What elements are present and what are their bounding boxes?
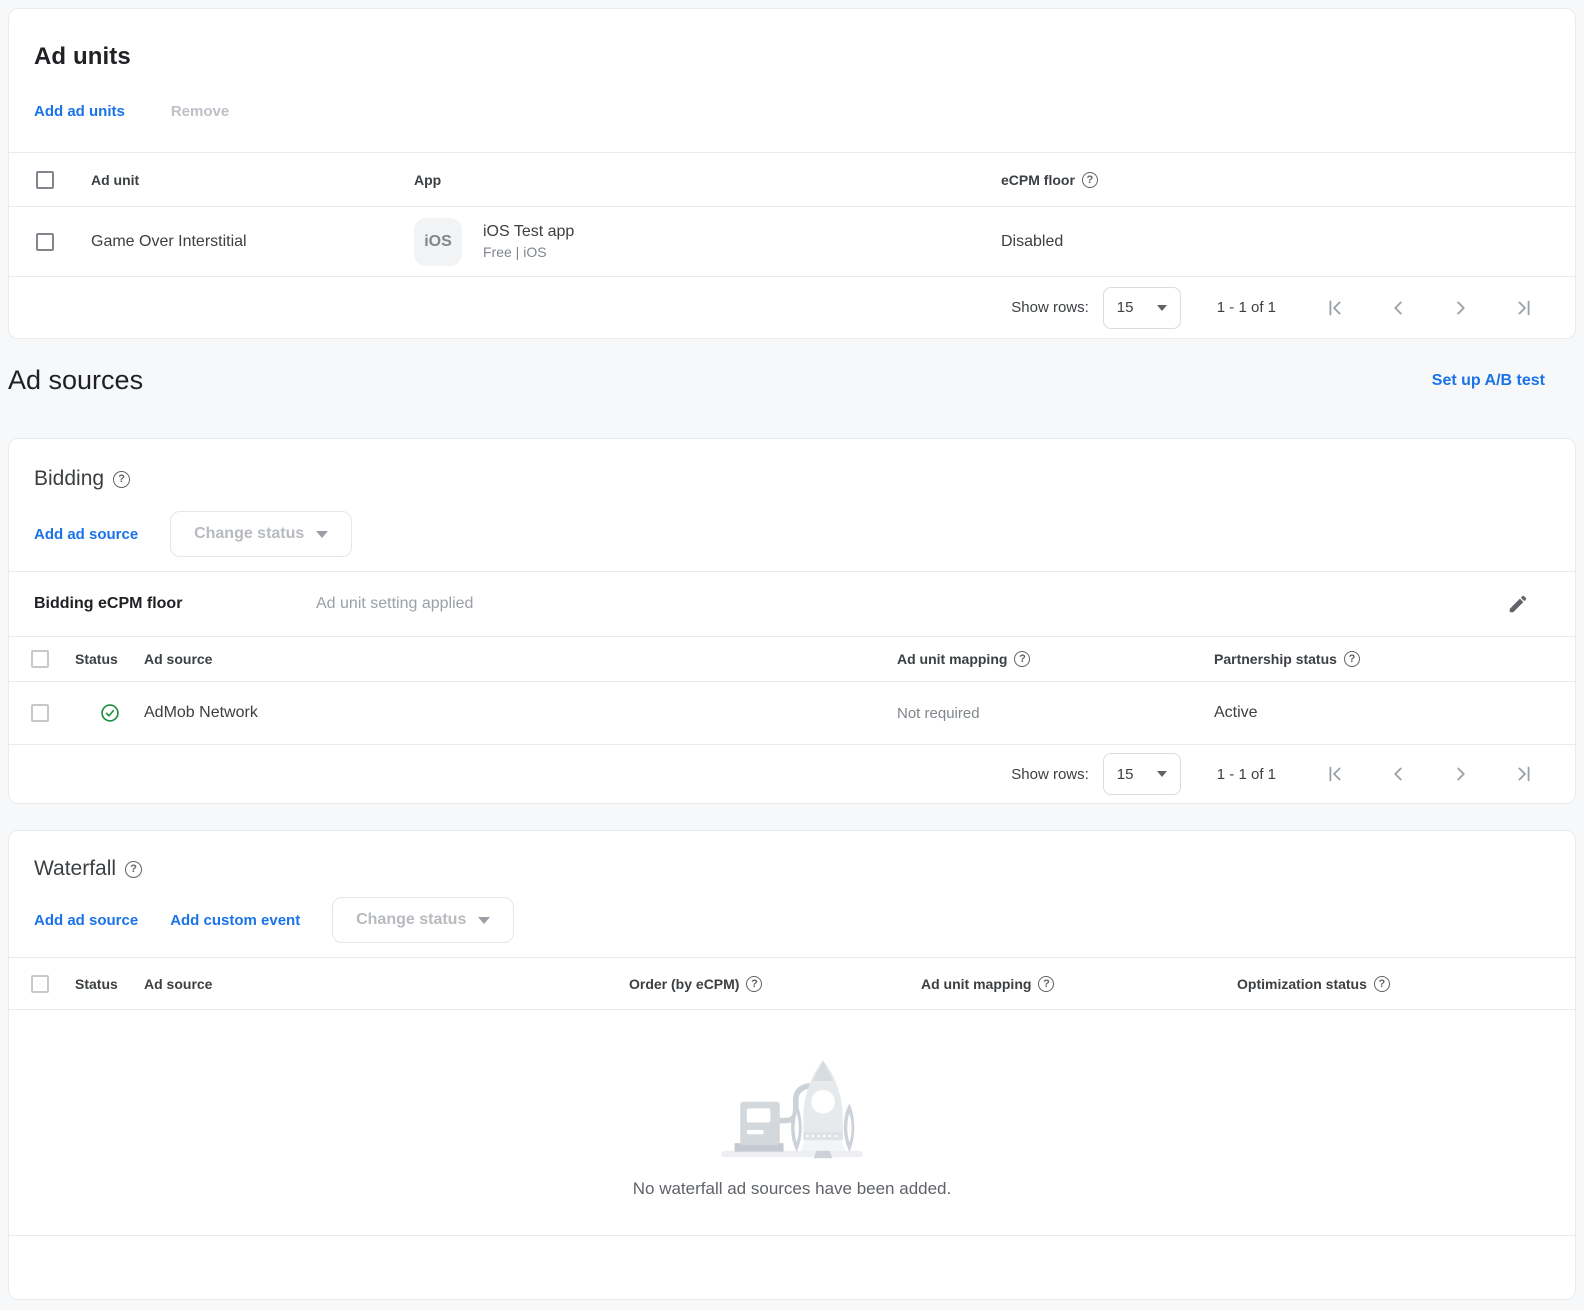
waterfall-actions: Add ad source Add custom event Change st… [34, 897, 1550, 943]
first-page-icon[interactable] [1324, 297, 1346, 319]
bidding-title: Bidding [34, 467, 104, 491]
column-ad-unit: Ad unit [91, 172, 139, 188]
select-all-checkbox[interactable] [31, 650, 49, 668]
column-order: Order (by eCPM) [629, 976, 739, 992]
help-icon[interactable] [113, 471, 130, 488]
chevron-down-icon [478, 917, 490, 924]
chevron-down-icon [1157, 305, 1167, 311]
rows-per-page-select[interactable]: 15 [1103, 287, 1181, 329]
active-status-icon [100, 703, 120, 723]
bidding-ecpm-floor-row: Bidding eCPM floor Ad unit setting appli… [9, 571, 1575, 636]
column-ad-unit-mapping: Ad unit mapping [921, 976, 1031, 992]
bidding-card: Bidding Add ad source Change status Bidd… [8, 438, 1576, 804]
help-icon[interactable] [746, 976, 762, 992]
remove-button[interactable]: Remove [171, 103, 229, 120]
chevron-down-icon [1157, 771, 1167, 777]
rocket-fuel-pump-illustration [712, 1047, 872, 1165]
help-icon[interactable] [1014, 651, 1030, 667]
bidding-ecpm-floor-label: Bidding eCPM floor [34, 595, 316, 613]
help-icon[interactable] [1082, 172, 1098, 188]
ad-units-table-header: Ad unit App eCPM floor [9, 153, 1575, 206]
column-ecpm-floor: eCPM floor [1001, 172, 1075, 188]
rows-per-page-select[interactable]: 15 [1103, 753, 1181, 795]
previous-page-icon[interactable] [1387, 763, 1409, 785]
ad-unit-name: Game Over Interstitial [91, 233, 247, 251]
rows-per-page-value: 15 [1117, 766, 1134, 783]
last-page-icon[interactable] [1513, 297, 1535, 319]
add-ad-source-button[interactable]: Add ad source [34, 526, 138, 543]
last-page-icon[interactable] [1513, 763, 1535, 785]
table-row[interactable]: AdMob Network Not required Active [9, 682, 1575, 744]
help-icon[interactable] [1038, 976, 1054, 992]
ad-units-actions: Add ad units Remove [34, 103, 1550, 120]
rows-per-page-value: 15 [1117, 299, 1134, 316]
waterfall-title: Waterfall [34, 857, 116, 881]
waterfall-empty-message: No waterfall ad sources have been added. [633, 1179, 951, 1199]
next-page-icon[interactable] [1450, 297, 1472, 319]
change-status-label: Change status [356, 911, 466, 929]
add-ad-source-button[interactable]: Add ad source [34, 912, 138, 929]
waterfall-card: Waterfall Add ad source Add custom event… [8, 830, 1576, 1300]
ad-source-name: AdMob Network [144, 704, 258, 722]
ios-app-icon: iOS [414, 218, 462, 266]
app-meta: Free | iOS [483, 244, 574, 260]
ad-sources-section-head: Ad sources Set up A/B test [8, 365, 1576, 396]
change-status-button[interactable]: Change status [170, 511, 352, 557]
help-icon[interactable] [125, 861, 142, 878]
bidding-ecpm-floor-value: Ad unit setting applied [316, 595, 1507, 613]
help-icon[interactable] [1344, 651, 1360, 667]
row-checkbox[interactable] [36, 233, 54, 251]
chevron-down-icon [316, 531, 328, 538]
waterfall-empty-state: No waterfall ad sources have been added. [9, 1010, 1575, 1235]
bidding-pagination: Show rows: 15 1 - 1 of 1 [9, 745, 1575, 803]
app-name: iOS Test app [483, 223, 574, 241]
ad-units-pagination: Show rows: 15 1 - 1 of 1 [9, 277, 1575, 338]
help-icon[interactable] [1374, 976, 1390, 992]
column-ad-source: Ad source [144, 651, 212, 667]
waterfall-table-header: Status Ad source Order (by eCPM) Ad unit… [9, 958, 1575, 1009]
column-status: Status [75, 976, 118, 992]
column-optimization-status: Optimization status [1237, 976, 1367, 992]
ad-sources-title: Ad sources [8, 365, 143, 396]
previous-page-icon[interactable] [1387, 297, 1409, 319]
first-page-icon[interactable] [1324, 763, 1346, 785]
column-ad-source: Ad source [144, 976, 212, 992]
change-status-label: Change status [194, 525, 304, 543]
select-all-checkbox[interactable] [31, 975, 49, 993]
partnership-status-value: Active [1214, 704, 1258, 722]
ad-units-title: Ad units [34, 43, 1550, 71]
add-ad-units-button[interactable]: Add ad units [34, 103, 125, 120]
ad-unit-mapping-value: Not required [897, 705, 980, 722]
column-app: App [414, 172, 441, 188]
select-all-checkbox[interactable] [36, 171, 54, 189]
show-rows-label: Show rows: [1011, 299, 1089, 316]
table-row[interactable]: Game Over Interstitial iOS iOS Test app … [9, 207, 1575, 276]
page-range: 1 - 1 of 1 [1217, 766, 1276, 783]
add-custom-event-button[interactable]: Add custom event [170, 912, 300, 929]
change-status-button[interactable]: Change status [332, 897, 514, 943]
column-ad-unit-mapping: Ad unit mapping [897, 651, 1007, 667]
page-range: 1 - 1 of 1 [1217, 299, 1276, 316]
setup-ab-test-link[interactable]: Set up A/B test [1432, 372, 1545, 390]
column-partnership-status: Partnership status [1214, 651, 1337, 667]
next-page-icon[interactable] [1450, 763, 1472, 785]
column-status: Status [75, 651, 118, 667]
row-checkbox[interactable] [31, 704, 49, 722]
edit-button[interactable] [1507, 593, 1529, 615]
show-rows-label: Show rows: [1011, 766, 1089, 783]
bidding-actions: Add ad source Change status [34, 511, 1550, 557]
bidding-table-header: Status Ad source Ad unit mapping Partner… [9, 637, 1575, 681]
ad-units-card: Ad units Add ad units Remove Ad unit App… [8, 8, 1576, 339]
waterfall-footer [9, 1236, 1575, 1299]
pencil-icon [1507, 593, 1529, 615]
ecpm-floor-value: Disabled [1001, 233, 1063, 251]
